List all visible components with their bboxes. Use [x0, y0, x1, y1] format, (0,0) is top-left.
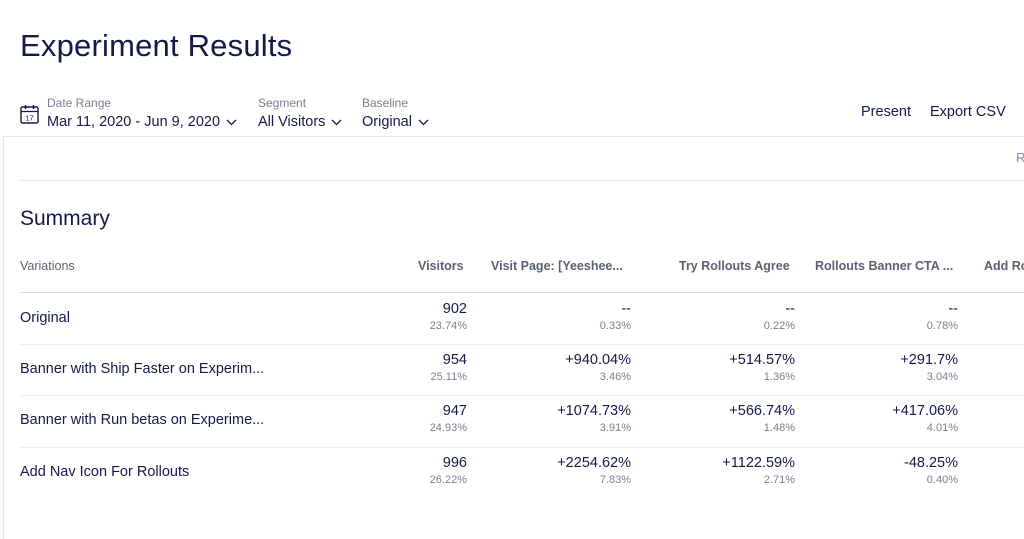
chevron-down-icon — [331, 114, 342, 130]
toolbar-divider — [3, 136, 1024, 137]
metric-conversion-rate: 0.40% — [926, 474, 958, 486]
metric-conversion-rate: 3.04% — [926, 371, 958, 383]
visitors-percent: 25.11% — [430, 371, 468, 383]
visitors-cell: 902 23.74% — [430, 301, 467, 333]
column-header-rollouts-banner-cta[interactable]: Rollouts Banner CTA ... — [815, 259, 953, 273]
metric-cell: +417.06% 4.01% — [892, 403, 958, 435]
table-row-name[interactable]: Original — [20, 310, 70, 326]
section-divider — [20, 180, 1024, 181]
table-row-name[interactable]: Banner with Ship Faster on Experim... — [20, 361, 264, 377]
metric-cell: +291.7% 3.04% — [900, 352, 958, 384]
baseline-dropdown[interactable]: Baseline Original — [362, 96, 429, 130]
metric-cell: +566.74% 1.48% — [729, 403, 795, 435]
visitors-count: 996 — [442, 455, 467, 471]
metric-improvement: +566.74% — [729, 403, 795, 419]
column-header-variations[interactable]: Variations — [20, 259, 75, 273]
column-header-try-rollouts-agree[interactable]: Try Rollouts Agree — [679, 259, 790, 273]
visitors-cell: 996 26.22% — [430, 455, 467, 487]
present-button[interactable]: Present — [861, 104, 911, 120]
metric-conversion-rate: 0.78% — [926, 320, 958, 332]
metric-cell: +2254.62% 7.83% — [557, 455, 631, 487]
metric-conversion-rate: 7.83% — [599, 474, 631, 486]
baseline-label: Baseline — [362, 96, 409, 110]
column-header-visitors[interactable]: Visitors — [418, 259, 464, 273]
column-header-visit-page[interactable]: Visit Page: [Yeeshee... — [491, 259, 623, 273]
metric-conversion-rate: 3.91% — [599, 422, 631, 434]
date-range-dropdown[interactable]: Date Range Mar 11, 2020 - Jun 9, 2020 — [47, 96, 237, 130]
metric-conversion-rate: 1.36% — [763, 371, 795, 383]
page-title: Experiment Results — [20, 28, 293, 63]
metric-cell: -- 0.33% — [600, 301, 631, 333]
baseline-value: Original — [362, 114, 412, 130]
metric-improvement: +1122.59% — [722, 455, 795, 471]
visitors-count: 947 — [442, 403, 467, 419]
metric-improvement: +940.04% — [565, 352, 631, 368]
metric-conversion-rate: 0.22% — [763, 320, 795, 332]
chevron-down-icon — [226, 114, 237, 130]
visitors-count: 902 — [442, 301, 467, 317]
metric-cell: +940.04% 3.46% — [565, 352, 631, 384]
metric-improvement: -- — [785, 301, 795, 317]
visitors-cell: 954 25.11% — [431, 352, 468, 384]
metric-improvement: +2254.62% — [557, 455, 631, 471]
segment-label: Segment — [258, 96, 307, 110]
export-csv-button[interactable]: Export CSV — [930, 104, 1006, 120]
visitors-percent: 23.74% — [429, 320, 467, 332]
metric-improvement: +291.7% — [900, 352, 958, 368]
summary-title: Summary — [20, 207, 110, 230]
segment-dropdown[interactable]: Segment All Visitors — [258, 96, 342, 130]
row-divider — [20, 395, 1024, 396]
metric-improvement: -- — [948, 301, 958, 317]
date-range-value: Mar 11, 2020 - Jun 9, 2020 — [47, 114, 221, 130]
metric-cell: -- 0.22% — [764, 301, 795, 333]
svg-text:17: 17 — [25, 114, 33, 123]
segment-value: All Visitors — [258, 114, 326, 130]
table-header-divider — [20, 292, 1024, 293]
metric-conversion-rate: 2.71% — [763, 474, 795, 486]
table-row-name[interactable]: Banner with Run betas on Experime... — [20, 412, 264, 428]
metric-cell: +514.57% 1.36% — [729, 352, 795, 384]
metric-conversion-rate: 0.33% — [599, 320, 631, 332]
visitors-count: 954 — [442, 352, 467, 368]
metric-improvement: -48.25% — [903, 455, 958, 471]
row-divider — [20, 447, 1024, 448]
metric-improvement: +417.06% — [892, 403, 958, 419]
metric-improvement: -- — [621, 301, 631, 317]
table-row-name[interactable]: Add Nav Icon For Rollouts — [20, 464, 189, 480]
visitors-percent: 26.22% — [429, 474, 467, 486]
metric-improvement: +514.57% — [729, 352, 795, 368]
content-border — [3, 137, 4, 539]
date-range-label: Date Range — [47, 96, 112, 110]
column-header-add-ro[interactable]: Add Ro — [984, 259, 1024, 273]
chevron-down-icon — [418, 114, 429, 130]
metric-cell: +1122.59% 2.71% — [722, 455, 795, 487]
metric-cell: +1074.73% 3.91% — [557, 403, 631, 435]
visitors-percent: 24.93% — [429, 422, 467, 434]
metric-conversion-rate: 3.46% — [599, 371, 631, 383]
metric-cell: -48.25% 0.40% — [904, 455, 958, 487]
metric-improvement: +1074.73% — [557, 403, 631, 419]
metric-conversion-rate: 4.01% — [926, 422, 958, 434]
calendar-icon: 17 — [20, 104, 39, 129]
metric-cell: -- 0.78% — [927, 301, 958, 333]
row-divider — [20, 344, 1024, 345]
visitors-cell: 947 24.93% — [430, 403, 467, 435]
metric-conversion-rate: 1.48% — [763, 422, 795, 434]
clipped-label: R — [1016, 150, 1024, 165]
